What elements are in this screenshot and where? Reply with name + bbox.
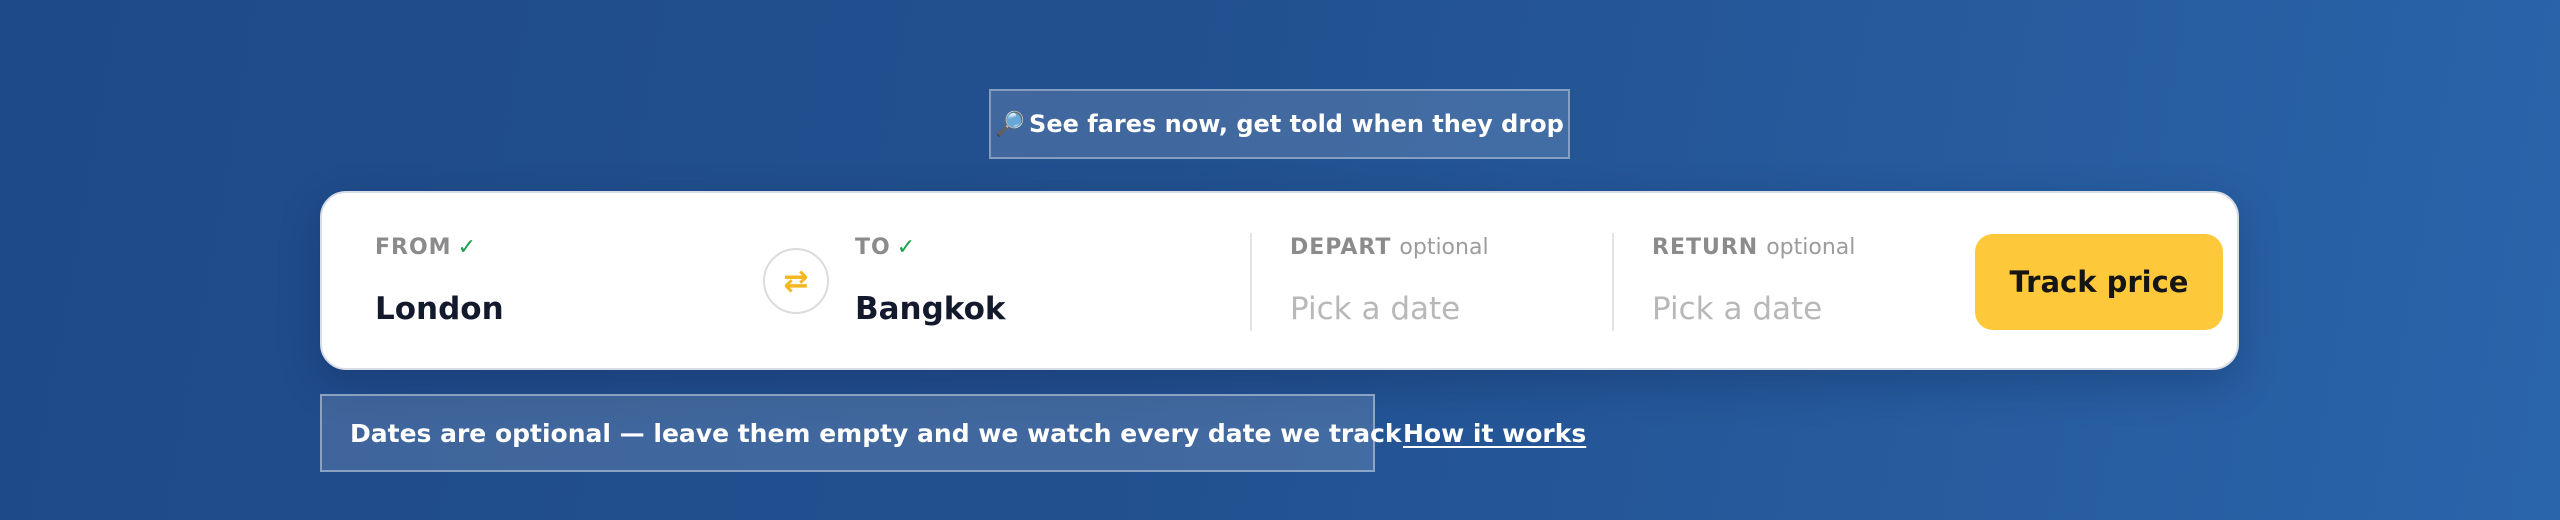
from-field[interactable]: FROM ✓ London — [375, 193, 715, 368]
to-check-icon: ✓ — [896, 235, 916, 260]
return-label: RETURN optional — [1652, 235, 1855, 260]
return-label-text: RETURN — [1652, 235, 1759, 260]
swap-button[interactable]: ⇄ — [763, 248, 829, 314]
depart-date-field[interactable]: DEPART optional Pick a date — [1290, 193, 1610, 368]
from-value[interactable]: London — [375, 291, 504, 327]
from-label-text: FROM — [375, 235, 452, 260]
to-label-text: TO — [855, 235, 891, 260]
return-date-input[interactable]: Pick a date — [1652, 291, 1822, 327]
fares-banner-text: See fares now, get told when they drop — [1029, 110, 1564, 138]
track-price-button[interactable]: Track price — [1975, 234, 2223, 330]
fares-banner: 🔎 See fares now, get told when they drop — [989, 89, 1570, 159]
dates-optional-note: Dates are optional — leave them empty an… — [320, 394, 1402, 472]
how-it-works-link[interactable]: How it works — [1403, 419, 1586, 448]
from-check-icon: ✓ — [457, 235, 477, 260]
depart-label: DEPART optional — [1290, 235, 1489, 260]
to-field[interactable]: TO ✓ Bangkok — [855, 193, 1195, 368]
magnifier-icon: 🔎 — [995, 110, 1026, 138]
search-card: FROM ✓ London ⇄ TO ✓ Bangkok DEPART optiona… — [320, 191, 2239, 370]
return-date-field[interactable]: RETURN optional Pick a date — [1652, 193, 1972, 368]
return-optional-text: optional — [1766, 235, 1856, 260]
depart-date-input[interactable]: Pick a date — [1290, 291, 1460, 327]
depart-label-text: DEPART — [1290, 235, 1392, 260]
divider — [1250, 233, 1252, 331]
to-value[interactable]: Bangkok — [855, 291, 1006, 327]
to-label: TO ✓ — [855, 235, 915, 260]
divider — [1612, 233, 1614, 331]
depart-optional-text: optional — [1399, 235, 1489, 260]
swap-arrows-icon: ⇄ — [783, 263, 809, 299]
from-label: FROM ✓ — [375, 235, 476, 260]
